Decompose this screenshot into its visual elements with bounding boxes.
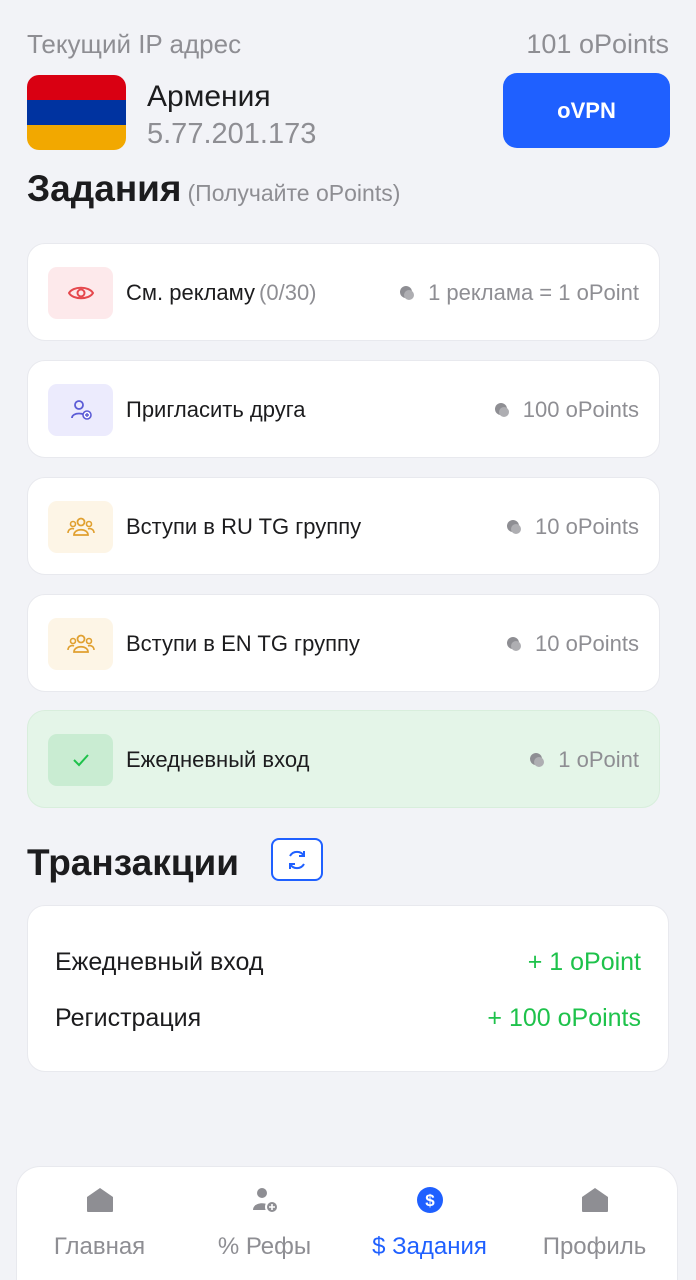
ovpn-button[interactable]: oVPN — [503, 73, 670, 148]
nav-item-profile[interactable]: Профиль — [512, 1167, 677, 1280]
transaction-amount: + 100 oPoints — [487, 1003, 641, 1032]
transaction-row: Ежедневный вход + 1 oPoint — [55, 944, 641, 980]
coins-icon — [507, 520, 522, 534]
task-reward: 1 oPoint — [528, 711, 639, 809]
bottom-nav: Главная % Рефы $ $ Задания Профиль — [16, 1166, 678, 1280]
transaction-name: Ежедневный вход — [55, 947, 264, 976]
task-reward-text: 10 oPoints — [535, 514, 639, 539]
profile-icon — [580, 1185, 610, 1215]
task-join-en-group[interactable]: Вступи в EN TG группу 10 oPoints — [27, 594, 660, 692]
transactions-card: Ежедневный вход + 1 oPoint Регистрация +… — [27, 905, 669, 1072]
task-label: Ежедневный вход — [126, 711, 309, 809]
coins-icon — [530, 753, 545, 767]
tasks-page: Текущий IP адрес 101 oPoints Армения 5.7… — [0, 0, 696, 1280]
nav-item-tasks[interactable]: $ $ Задания — [347, 1167, 512, 1280]
eye-icon — [48, 267, 113, 319]
task-reward-text: 100 oPoints — [522, 397, 639, 422]
task-daily-login[interactable]: Ежедневный вход 1 oPoint — [27, 710, 660, 808]
points-balance: 101 oPoints — [526, 28, 669, 59]
nav-label: Главная — [53, 1233, 146, 1260]
dollar-icon: $ — [415, 1185, 445, 1215]
task-reward: 1 реклама = 1 oPoint — [398, 244, 639, 342]
refresh-button[interactable] — [271, 838, 323, 881]
transaction-row: Регистрация + 100 oPoints — [55, 1000, 641, 1036]
nav-label: % Рефы — [217, 1233, 312, 1260]
task-label-text: Ежедневный вход — [126, 747, 310, 772]
user-add-icon — [48, 384, 113, 436]
nav-item-referrals[interactable]: % Рефы — [182, 1167, 347, 1280]
task-count: (0/30) — [259, 280, 317, 305]
task-reward: 10 oPoints — [505, 478, 639, 576]
tasks-subtitle: (Получайте oPoints) — [187, 180, 401, 206]
refresh-icon — [289, 850, 305, 869]
task-label-text: Вступи в EN TG группу — [126, 631, 360, 656]
task-reward-text: 1 реклама = 1 oPoint — [428, 280, 639, 305]
task-label-text: Вступи в RU TG группу — [126, 514, 362, 539]
check-icon — [48, 734, 113, 786]
header-top-row: Текущий IP адрес 101 oPoints — [27, 26, 669, 62]
referral-icon — [250, 1185, 280, 1215]
task-label: Вступи в EN TG группу — [126, 595, 360, 693]
task-watch-ads[interactable]: См. рекламу (0/30) 1 реклама = 1 oPoint — [27, 243, 660, 341]
task-reward-text: 1 oPoint — [558, 747, 639, 772]
armenia-flag-icon — [27, 75, 126, 150]
current-ip-label: Текущий IP адрес — [27, 28, 242, 59]
transaction-amount: + 1 oPoint — [527, 947, 641, 976]
nav-item-home[interactable]: Главная — [17, 1167, 182, 1280]
coins-icon — [507, 637, 522, 651]
coins-icon — [494, 403, 509, 417]
task-reward: 10 oPoints — [505, 595, 639, 693]
group-icon — [48, 501, 113, 553]
task-label: См. рекламу (0/30) — [126, 244, 317, 342]
tasks-title: Задания — [27, 168, 182, 209]
task-label: Пригласить друга — [126, 361, 306, 459]
country-name: Армения — [147, 80, 271, 113]
task-invite-friend[interactable]: Пригласить друга 100 oPoints — [27, 360, 660, 458]
task-label: Вступи в RU TG группу — [126, 478, 361, 576]
coins-icon — [400, 286, 415, 300]
transaction-name: Регистрация — [55, 1003, 202, 1032]
ip-address: 5.77.201.173 — [147, 118, 317, 150]
task-reward: 100 oPoints — [493, 361, 639, 459]
task-reward-text: 10 oPoints — [535, 631, 639, 656]
group-icon — [48, 618, 113, 670]
task-label-text: Пригласить друга — [126, 397, 306, 422]
task-join-ru-group[interactable]: Вступи в RU TG группу 10 oPoints — [27, 477, 660, 575]
tasks-section-title: Задания (Получайте oPoints) — [27, 168, 400, 210]
home-icon — [85, 1185, 115, 1215]
transactions-title: Транзакции — [27, 842, 239, 883]
task-label-text: См. рекламу — [126, 280, 256, 305]
nav-label: $ Задания — [372, 1233, 487, 1260]
nav-label: Профиль — [542, 1233, 647, 1260]
svg-text:$: $ — [425, 1191, 435, 1210]
